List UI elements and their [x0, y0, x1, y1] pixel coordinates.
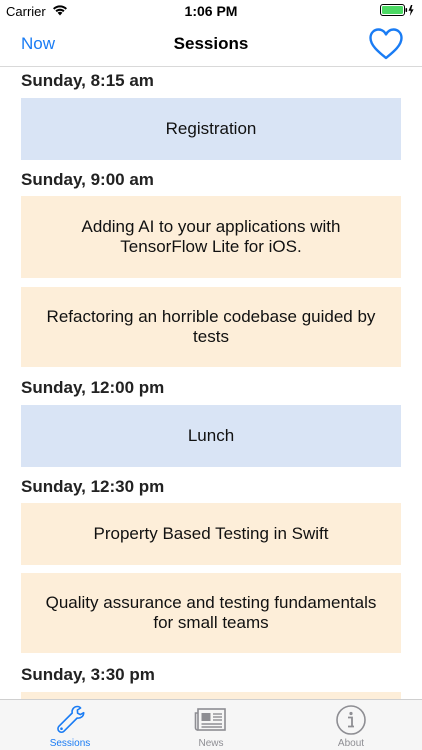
clock: 1:06 PM [184, 3, 238, 19]
newspaper-icon [194, 704, 228, 736]
session-card-registration[interactable]: Registration [21, 98, 401, 160]
session-title: Refactoring an horrible codebase guided … [46, 307, 376, 346]
battery-charging-icon [380, 4, 416, 20]
session-card-property-testing[interactable]: Property Based Testing in Swift [21, 503, 401, 565]
tab-label: News [198, 738, 224, 749]
section-header: Sunday, 12:00 pm [21, 378, 165, 397]
session-title: Adding AI to your applications with Tens… [81, 217, 341, 256]
tab-about[interactable]: About [281, 700, 421, 750]
section-header: Sunday, 9:00 am [21, 170, 154, 189]
info-circle-icon [334, 704, 368, 736]
section-header: Sunday, 3:30 pm [21, 665, 155, 684]
screen: Carrier 1:06 PM Now Sessions Sunday, 8:1… [0, 0, 422, 750]
wrench-icon [53, 704, 87, 736]
tab-news[interactable]: News [141, 700, 281, 750]
session-title: Registration [165, 119, 257, 138]
heart-outline-icon[interactable] [368, 27, 404, 61]
section-header: Sunday, 8:15 am [21, 71, 154, 90]
tab-label: About [337, 738, 365, 749]
tab-sessions[interactable]: Sessions [0, 700, 140, 750]
session-card-partial[interactable] [21, 692, 401, 699]
session-title: Quality assurance and testing fundamenta… [45, 593, 377, 632]
session-card-quality-assurance[interactable]: Quality assurance and testing fundamenta… [21, 573, 401, 653]
sessions-list[interactable]: Sunday, 8:15 am Registration Sunday, 9:0… [0, 67, 422, 699]
session-card-tensorflow[interactable]: Adding AI to your applications with Tens… [21, 196, 401, 278]
tab-bar: Sessions News About [0, 699, 422, 750]
section-header: Sunday, 12:30 pm [21, 477, 165, 496]
page-title: Sessions [173, 34, 249, 53]
session-card-refactoring[interactable]: Refactoring an horrible codebase guided … [21, 287, 401, 367]
session-title: Lunch [187, 426, 235, 445]
session-card-lunch[interactable]: Lunch [21, 405, 401, 467]
tab-label: Sessions [49, 738, 91, 749]
navigation-bar: Now Sessions [0, 22, 422, 67]
session-title: Property Based Testing in Swift [93, 524, 329, 543]
status-bar: Carrier 1:06 PM [0, 0, 422, 22]
